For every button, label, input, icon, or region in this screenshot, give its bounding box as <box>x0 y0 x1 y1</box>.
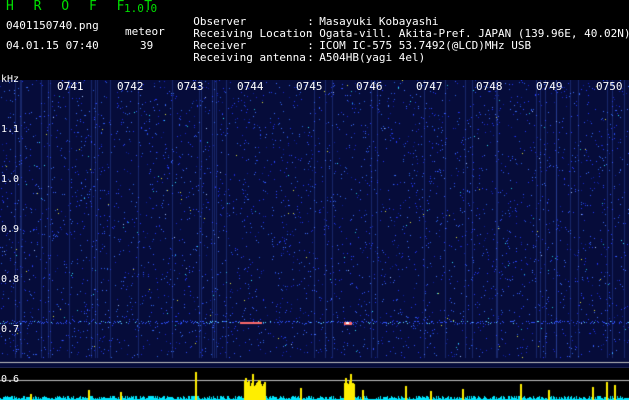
freq-tick-label: 1.1 <box>1 124 20 135</box>
time-tick-label: 0745 <box>296 80 323 93</box>
time-tick-label: 0744 <box>237 80 264 93</box>
datetime: 04.01.15 07:40 <box>6 39 99 52</box>
time-tick-label: 0749 <box>536 80 563 93</box>
info-value: A504HB(yagi 4el) <box>319 51 426 64</box>
freq-tick-label: 0.6 <box>1 374 20 385</box>
spectrogram-canvas <box>0 80 629 370</box>
header-version: 1.0.0 <box>124 2 158 15</box>
freq-tick-label: 0.7 <box>1 324 20 335</box>
axis-unit-label: kHz <box>1 74 20 85</box>
time-tick-label: 0746 <box>356 80 383 93</box>
freq-tick-label: 0.8 <box>1 274 20 285</box>
freq-tick-label: 0.9 <box>1 224 20 235</box>
info-colon: : <box>307 51 314 64</box>
time-tick-label: 0743 <box>177 80 204 93</box>
activity-bar-canvas <box>0 368 629 400</box>
time-tick-label: 0747 <box>416 80 443 93</box>
time-tick-label: 0742 <box>117 80 144 93</box>
time-tick-label: 0750 <box>596 80 623 93</box>
freq-tick-label: 1.0 <box>1 174 20 185</box>
time-tick-label: 0741 <box>57 80 84 93</box>
meteor-label: meteor <box>125 25 165 38</box>
time-tick-label: 0748 <box>476 80 503 93</box>
file-name: 0401150740.png <box>6 19 99 32</box>
info-row-antenna: Receiving antenna: A504HB(yagi 4el) <box>180 40 425 64</box>
info-label: Receiving antenna <box>193 51 306 64</box>
meteor-count: 39 <box>140 39 154 52</box>
